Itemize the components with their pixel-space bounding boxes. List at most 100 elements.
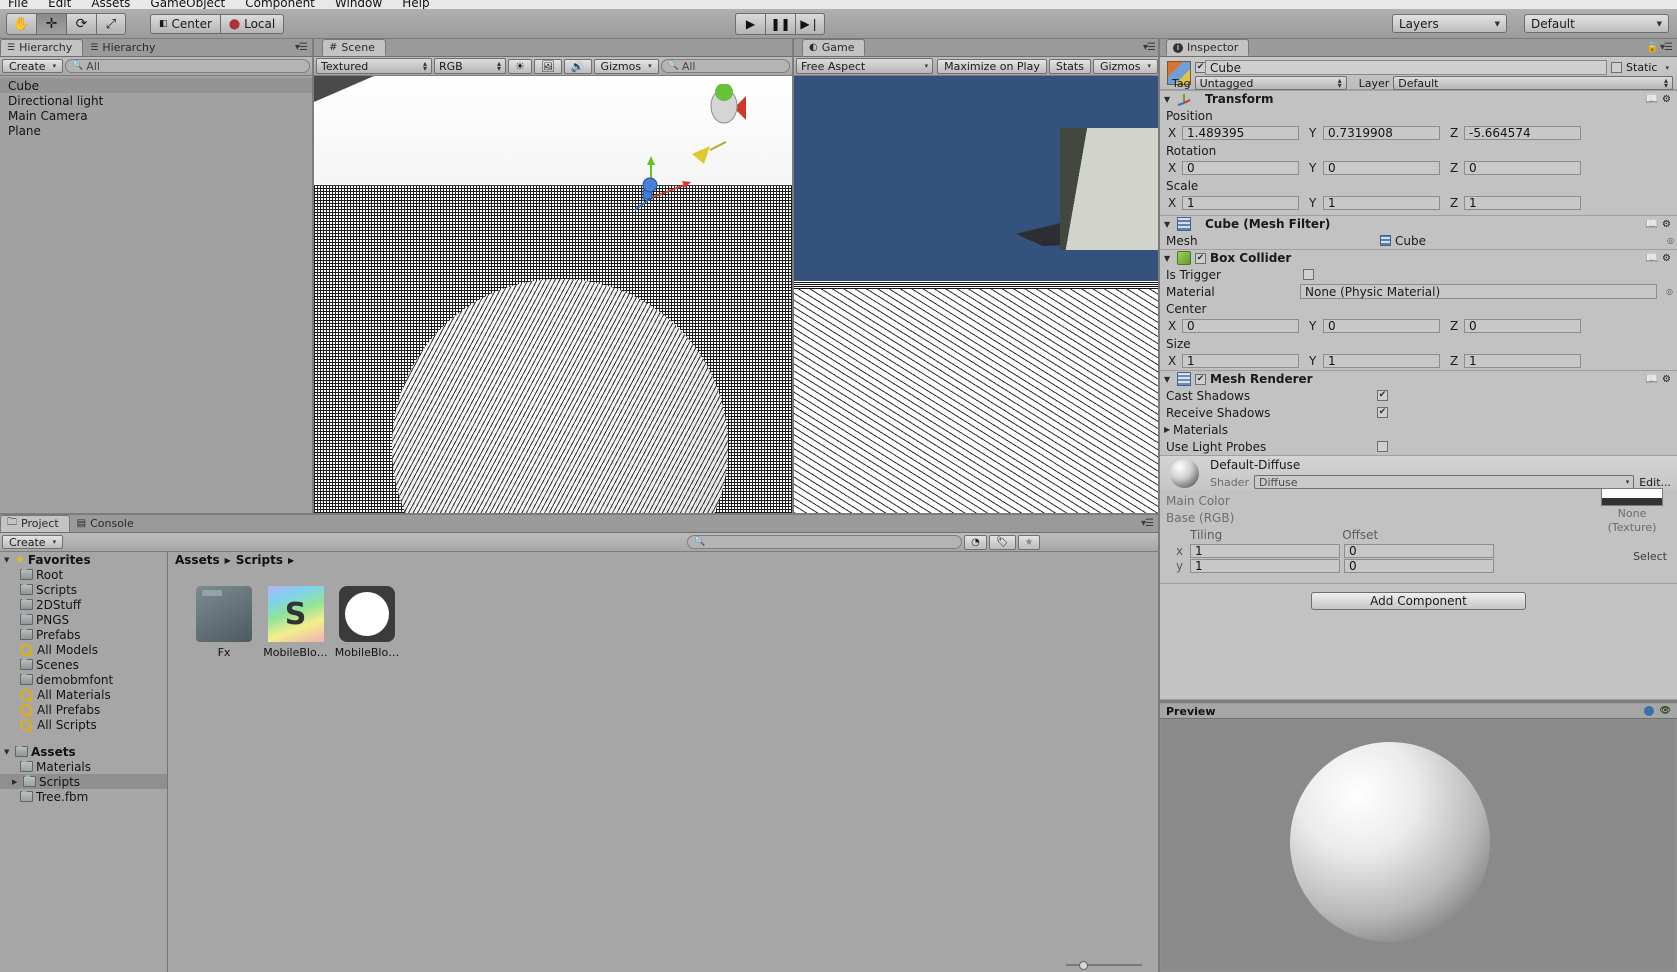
game-stats-toggle[interactable]: Stats [1048, 58, 1091, 74]
menu-item-edit[interactable]: Edit [48, 0, 71, 9]
splitter-inspector-preview[interactable] [1160, 700, 1677, 703]
hierarchy-search-input[interactable]: 🔍 All [65, 59, 310, 73]
tiling-x-input[interactable]: 1 [1190, 543, 1340, 558]
project-filter-label-button[interactable]: 🏷 [988, 534, 1016, 550]
shader-edit-button[interactable]: Edit... [1639, 476, 1671, 489]
step-button[interactable]: ▶❘ [795, 13, 825, 35]
scale-y-input[interactable]: 1 [1323, 196, 1440, 210]
hierarchy-item-plane[interactable]: Plane [0, 123, 312, 138]
tab-inspector[interactable]: i Inspector [1166, 39, 1250, 56]
favorite-item-root[interactable]: Root [0, 567, 167, 582]
asset-folder-materials[interactable]: Materials [0, 759, 167, 774]
inspector-pane-menu-icon[interactable]: 🔒 ▾☰ [1646, 42, 1673, 53]
move-tool-button[interactable]: ✛ [36, 13, 66, 35]
tab-project[interactable]: 🗀 Project [0, 515, 70, 532]
center-z-input[interactable]: 0 [1464, 319, 1581, 333]
project-search-input[interactable]: 🔍 [687, 535, 963, 549]
breadcrumb-scripts[interactable]: Scripts [236, 553, 283, 567]
game-viewport[interactable] [794, 76, 1160, 513]
hierarchy-pane-menu-icon[interactable]: ▾☰ [295, 42, 308, 53]
tab-scene[interactable]: # Scene [322, 39, 386, 56]
scene-render-mode-dropdown[interactable]: RGB ▴ ▾ [434, 58, 506, 74]
scene-viewport[interactable]: ◇ [314, 76, 792, 513]
offset-y-input[interactable]: 0 [1344, 558, 1494, 573]
layout-dropdown[interactable]: Default ▼ [1524, 14, 1669, 33]
play-button[interactable]: ▶ [735, 13, 765, 35]
mesh-filter-help-icon[interactable]: 📖 [1646, 219, 1658, 230]
mesh-renderer-component-header[interactable]: ▼ Mesh Renderer 📖 ⚙ [1160, 370, 1677, 387]
project-create-button[interactable]: Create ▾ [2, 535, 64, 549]
mesh-picker-icon[interactable]: ◎ [1667, 236, 1674, 245]
tab-console[interactable]: ▤ Console [69, 515, 145, 532]
cast-shadows-checkbox[interactable] [1377, 390, 1388, 401]
scene-audio-toggle[interactable]: 🔊 [563, 58, 592, 74]
box-collider-enabled-checkbox[interactable] [1195, 252, 1206, 264]
mesh-renderer-enabled-checkbox[interactable] [1195, 373, 1206, 385]
menu-item-window[interactable]: Window [335, 0, 382, 9]
box-collider-help-icon[interactable]: 📖 [1646, 253, 1658, 264]
mesh-object-field[interactable]: Cube [1380, 234, 1663, 248]
project-favorite-button[interactable]: ★ [1017, 534, 1041, 550]
hierarchy-item-cube[interactable]: Cube [0, 78, 312, 93]
position-y-input[interactable]: 0.7319908 [1323, 126, 1440, 140]
mesh-renderer-help-icon[interactable]: 📖 [1646, 374, 1658, 385]
menu-item-assets[interactable]: Assets [91, 0, 130, 9]
size-z-input[interactable]: 1 [1464, 354, 1581, 368]
rotation-x-input[interactable]: 0 [1182, 161, 1299, 175]
breadcrumb-assets[interactable]: Assets [175, 553, 220, 567]
project-pane-menu-icon[interactable]: ▾☰ [1141, 518, 1154, 529]
layer-dropdown[interactable]: Default ▴ ▾ [1393, 76, 1673, 90]
splitter-main-inspector[interactable] [1158, 39, 1160, 972]
layers-dropdown[interactable]: Layers ▼ [1392, 14, 1507, 33]
hand-tool-button[interactable]: ✋ [6, 13, 36, 35]
scene-draw-mode-dropdown[interactable]: Textured ▴ ▾ [316, 58, 432, 74]
hierarchy-create-button[interactable]: Create ▾ [2, 59, 64, 73]
mesh-filter-settings-icon[interactable]: ⚙ [1662, 219, 1671, 230]
foldout-icon[interactable]: ▶ [12, 778, 20, 786]
offset-x-input[interactable]: 0 [1344, 543, 1494, 558]
project-assets-group[interactable]: ▼ Assets [0, 744, 167, 759]
favorite-item-all-scripts[interactable]: All Scripts [0, 717, 167, 732]
static-checkbox[interactable] [1611, 62, 1623, 73]
texture-select-button[interactable]: Select [1593, 550, 1671, 563]
position-x-input[interactable]: 1.489395 [1182, 126, 1299, 140]
game-aspect-dropdown[interactable]: Free Aspect ▾ [796, 58, 934, 74]
favorite-item-scripts[interactable]: Scripts [0, 582, 167, 597]
chevron-down-icon[interactable]: ▾ [1665, 64, 1669, 72]
asset-item-fx[interactable]: Fx [191, 586, 257, 659]
use-light-probes-checkbox[interactable] [1377, 441, 1388, 452]
foldout-icon[interactable]: ▼ [4, 556, 12, 564]
favorite-item-scenes[interactable]: Scenes [0, 657, 167, 672]
tab-hierarchy-2[interactable]: ☰ Hierarchy [83, 39, 167, 56]
splitter-views-project[interactable] [0, 513, 1158, 515]
favorite-item-pngs[interactable]: PNGS [0, 612, 167, 627]
preview-viewport[interactable] [1162, 720, 1675, 970]
splitter-scene-game[interactable] [792, 39, 794, 513]
mesh-renderer-settings-icon[interactable]: ⚙ [1662, 374, 1671, 385]
favorite-item-2dstuff[interactable]: 2DStuff [0, 597, 167, 612]
size-y-input[interactable]: 1 [1323, 354, 1440, 368]
texture-slot[interactable]: None (Texture) Select [1593, 488, 1671, 574]
tab-hierarchy[interactable]: ☰ Hierarchy [0, 39, 84, 56]
tag-dropdown[interactable]: Untagged ▴ ▾ [1194, 76, 1347, 90]
preview-lighting-icon[interactable] [1643, 706, 1654, 716]
foldout-icon[interactable]: ▼ [1164, 95, 1173, 104]
asset-item-shader[interactable]: S MobileBlo… [263, 586, 329, 659]
scene-move-handle-gizmo[interactable] [629, 154, 699, 224]
scale-x-input[interactable]: 1 [1182, 196, 1299, 210]
scene-gizmos-dropdown[interactable]: Gizmos ▾ [593, 58, 659, 74]
texture-thumbnail[interactable] [1601, 488, 1663, 506]
favorite-item-all-prefabs[interactable]: All Prefabs [0, 702, 167, 717]
pivot-rotation-button[interactable]: ⬤ Local [220, 14, 285, 34]
favorite-item-demobmfont[interactable]: demobmfont [0, 672, 167, 687]
favorite-item-all-models[interactable]: All Models [0, 642, 167, 657]
is-trigger-checkbox[interactable] [1303, 269, 1314, 280]
pivot-mode-button[interactable]: ◧ Center [150, 14, 221, 34]
transform-settings-icon[interactable]: ⚙ [1662, 94, 1671, 105]
scale-tool-button[interactable]: ⤢ [96, 13, 126, 35]
game-gizmos-dropdown[interactable]: Gizmos ▾ [1092, 58, 1158, 74]
scale-z-input[interactable]: 1 [1464, 196, 1581, 210]
rotation-y-input[interactable]: 0 [1323, 161, 1440, 175]
transform-help-icon[interactable]: 📖 [1646, 94, 1658, 105]
zoom-slider-knob[interactable] [1079, 961, 1088, 970]
